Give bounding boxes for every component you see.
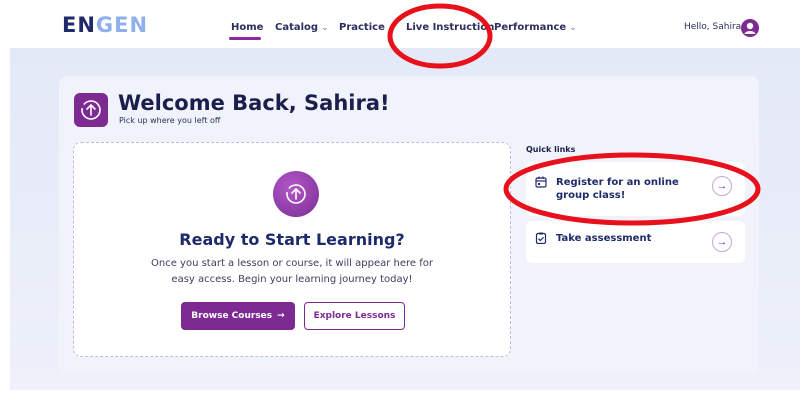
chevron-down-icon: ⌄ <box>387 23 396 33</box>
quick-link-take-assessment[interactable]: Take assessment → <box>526 221 745 263</box>
arrow-right-icon[interactable]: → <box>712 232 732 252</box>
nav-performance[interactable]: Performance ⌄ <box>494 22 577 33</box>
page-subtitle: Pick up where you left off <box>119 116 221 125</box>
nav-live-instruction[interactable]: Live Instruction <box>406 22 494 33</box>
start-learning-icon <box>273 171 319 217</box>
quick-link-label: Take assessment <box>556 233 652 244</box>
arrow-right-icon[interactable]: → <box>712 176 732 196</box>
engen-logo[interactable]: ENGEN <box>62 14 148 36</box>
nav-practice[interactable]: Practice ⌄ <box>339 22 395 33</box>
top-nav: ENGEN Home Catalog ⌄ Practice ⌄ Live Instr… <box>0 0 809 48</box>
browse-courses-button[interactable]: Browse Courses → <box>181 302 295 330</box>
arrow-right-icon: → <box>277 311 285 321</box>
explore-lessons-button[interactable]: Explore Lessons <box>304 302 405 330</box>
chevron-down-icon: ⌄ <box>569 23 577 33</box>
nav-home[interactable]: Home <box>231 22 263 33</box>
user-icon[interactable] <box>741 19 759 37</box>
page-title: Welcome Back, Sahira! <box>118 91 390 115</box>
calendar-icon <box>535 176 547 188</box>
continue-learning-icon <box>74 93 108 127</box>
quick-link-label: Register for an online group class! <box>556 177 679 201</box>
user-greeting: Hello, Sahira <box>684 22 742 32</box>
nav-catalog[interactable]: Catalog ⌄ <box>275 22 329 33</box>
active-tab-indicator <box>229 37 261 40</box>
quick-links-heading: Quick links <box>526 145 576 154</box>
clipboard-check-icon <box>535 232 547 244</box>
chevron-down-icon: ⌄ <box>321 23 329 33</box>
empty-state-body: Once you start a lesson or course, it wi… <box>151 258 433 285</box>
empty-state-heading: Ready to Start Learning? <box>179 230 405 249</box>
quick-link-register-class[interactable]: Register for an online group class! → <box>526 162 745 216</box>
